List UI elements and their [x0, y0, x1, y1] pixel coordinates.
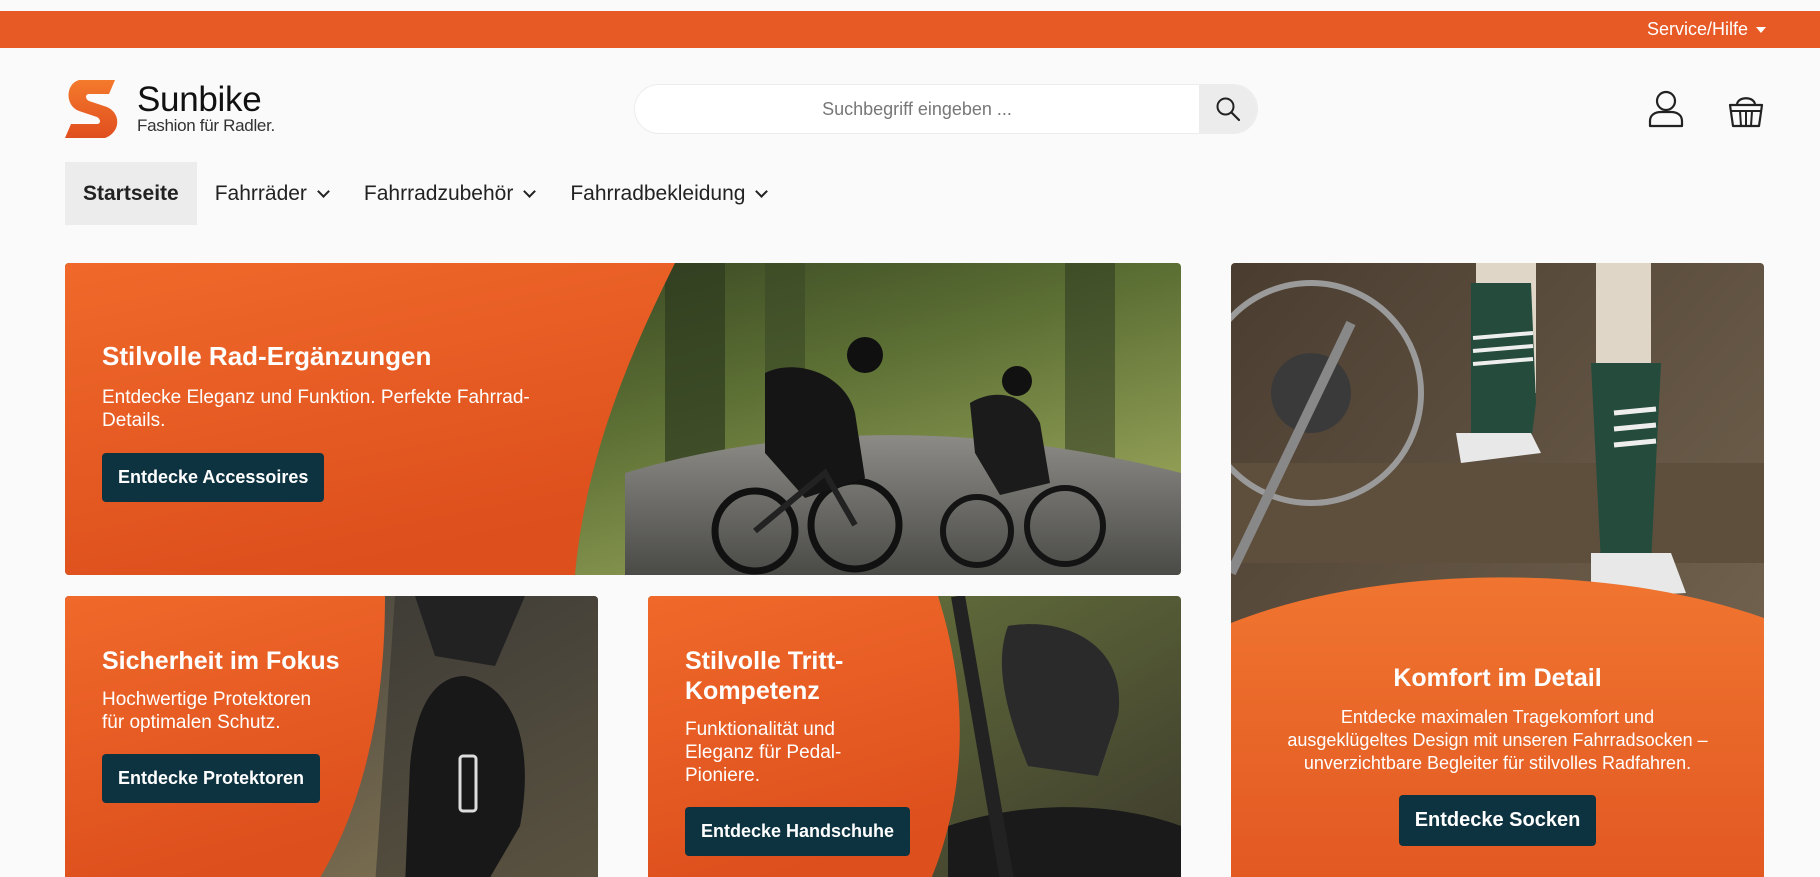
banner-title: Sicherheit im Fokus [102, 647, 340, 675]
nav-item-label: Fahrräder [214, 181, 307, 205]
banner-text: Funktionalität und Eleganz für Pedal-Pio… [685, 719, 842, 786]
chevron-down-icon [317, 184, 330, 198]
logo-tagline: Fashion für Radler. [137, 116, 275, 135]
discover-socks-button[interactable]: Entdecke Socken [1398, 795, 1597, 846]
banner-text: Entdecke Eleganz und Funktion. Perfekte … [102, 387, 530, 432]
basket-icon[interactable] [1728, 92, 1764, 128]
search-button[interactable] [1199, 85, 1257, 133]
service-help-label: Service/Hilfe [1646, 19, 1748, 39]
nav-item-startseite[interactable]: Startseite [65, 162, 197, 225]
discover-protectors-button[interactable]: Entdecke Protektoren [102, 754, 321, 803]
banner-accessories[interactable]: Stilvolle Rad-Ergänzungen Entdecke Elega… [65, 263, 1181, 575]
nav-item-fahrradzubehoer[interactable]: Fahrradzubehör [346, 162, 552, 225]
nav-item-fahrradbekleidung[interactable]: Fahrradbekleidung [552, 162, 784, 225]
banner-text: Hochwertige Protektoren für optimalen Sc… [102, 689, 312, 733]
nav-item-label: Fahrradzubehör [363, 181, 514, 205]
banner-text: Entdecke maximalen Tragekomfort und ausg… [1287, 707, 1708, 773]
discover-gloves-button[interactable]: Entdecke Handschuhe [685, 807, 911, 856]
nav-item-fahrraeder[interactable]: Fahrräder [197, 162, 346, 225]
logo[interactable]: Sunbike Fashion für Radler. [65, 80, 275, 138]
discover-accessories-button[interactable]: Entdecke Accessoires [102, 453, 325, 503]
banner-protectors[interactable]: Sicherheit im Fokus Hochwertige Protekto… [65, 596, 598, 877]
page: Service/Hilfe Sunbike Fashion für Radler… [0, 0, 1820, 877]
top-bar: Service/Hilfe [0, 11, 1820, 48]
chevron-down-icon [755, 184, 769, 198]
nav-item-label: Fahrradbekleidung [570, 181, 746, 205]
banner-title: Stilvolle Tritt-Kompetenz [685, 647, 844, 705]
account-icon[interactable] [1648, 90, 1684, 128]
search-input[interactable] [635, 85, 1199, 133]
main-navigation: Startseite Fahrräder Fahrradzubehör Fahr… [65, 162, 784, 225]
search-icon [1216, 97, 1241, 122]
service-help-menu[interactable]: Service/Hilfe [1647, 11, 1766, 48]
logo-icon [65, 80, 118, 138]
banner-title: Stilvolle Rad-Ergänzungen [102, 341, 432, 371]
banner-gloves[interactable]: Stilvolle Tritt-Kompetenz Funktionalität… [648, 596, 1181, 877]
search-bar [634, 84, 1258, 134]
nav-item-label: Startseite [83, 181, 179, 205]
caret-down-icon [1756, 26, 1766, 33]
chevron-down-icon [523, 184, 537, 198]
banner-socks[interactable]: Komfort im Detail Entdecke maximalen Tra… [1231, 263, 1764, 877]
logo-name: Sunbike [137, 80, 262, 119]
banner-title: Komfort im Detail [1393, 664, 1602, 692]
